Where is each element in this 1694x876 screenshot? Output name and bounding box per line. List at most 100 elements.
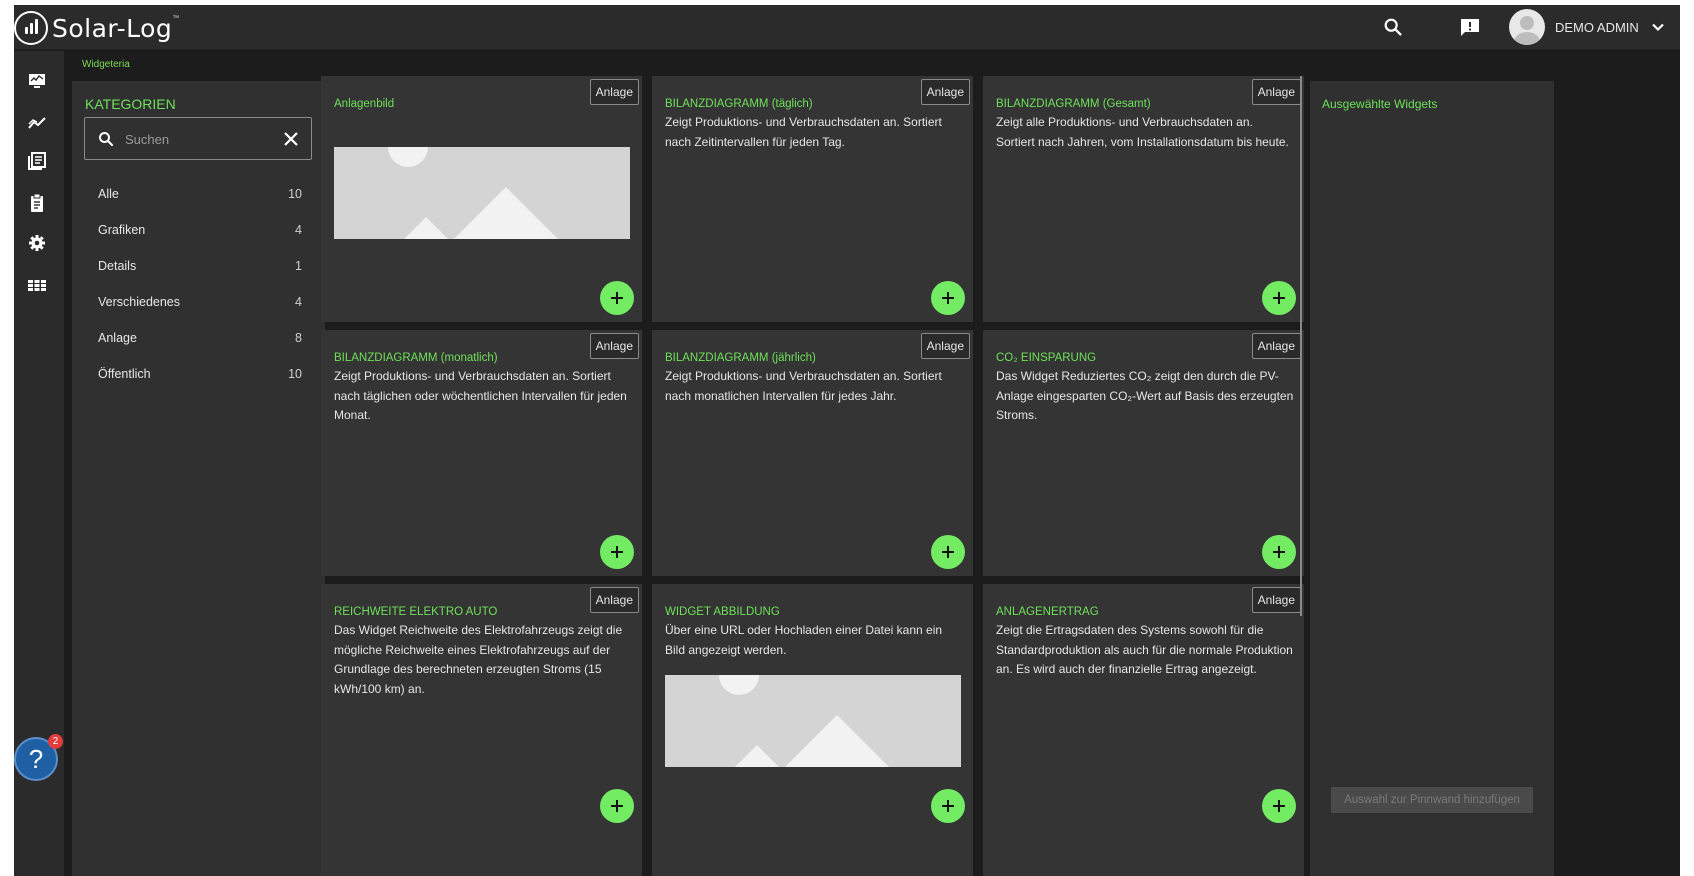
selected-widgets-panel: Ausgewählte Widgets Auswahl zur Pinnwand… [1310,81,1554,876]
widget-description: Zeigt alle Produktions- und Verbrauchsda… [996,115,1289,149]
selected-widgets-title: Ausgewählte Widgets [1322,97,1438,111]
category-count: 4 [295,295,302,309]
image-placeholder-icon [665,675,961,767]
category-badge: Anlage [1251,587,1301,613]
plus-icon [611,546,623,558]
category-label: Anlage [98,331,137,345]
widget-title: BILANZDIAGRAMM (monatlich) [334,352,498,364]
widget-card-bilanz-monatlich[interactable]: BILANZDIAGRAMM (monatlich) Anlage Zeigt … [321,330,642,576]
clipboard-icon[interactable] [27,193,47,213]
widget-title: BILANZDIAGRAMM (Gesamt) [996,98,1151,110]
widget-card-anlagenertrag[interactable]: ANLAGENERTRAG Anlage Zeigt die Ertragsda… [983,584,1304,876]
logo-trademark: ™ [172,14,180,22]
category-badge: Anlage [920,79,970,105]
plus-icon [1273,800,1285,812]
category-badge: Anlage [589,333,639,359]
plus-icon [611,800,623,812]
logo-text: Solar-Log [52,13,173,43]
add-widget-button[interactable] [600,535,634,569]
category-badge: Anlage [589,79,639,105]
category-label: Verschiedenes [98,295,181,309]
user-menu[interactable]: DEMO ADMIN [1509,7,1665,47]
widget-description: Über eine URL oder Hochladen einer Datei… [665,623,943,657]
categories-title: KATEGORIEN [85,96,176,112]
widget-title: CO₂ EINSPARUNG [996,352,1097,364]
add-widget-button[interactable] [600,789,634,823]
widget-card-bilanz-jaehrlich[interactable]: BILANZDIAGRAMM (jährlich) Anlage Zeigt P… [652,330,973,576]
widget-title: BILANZDIAGRAMM (jährlich) [665,352,816,364]
solar-log-logo[interactable]: Solar-Log ™ [14,9,179,47]
category-list: Alle 10 Grafiken 4 Details 1 Verschiedenes 4… [85,176,302,392]
add-widget-button[interactable] [1262,281,1296,315]
widget-title: WIDGET ABBILDUNG [665,606,780,618]
category-count: 1 [295,259,302,273]
breadcrumb[interactable]: Widgeteria [82,59,130,70]
plus-icon [611,292,623,304]
chevron-down-icon [1652,23,1664,32]
plus-icon [942,800,954,812]
add-widget-button[interactable] [931,535,965,569]
widget-card-co2-einsparung[interactable]: CO₂ EINSPARUNG Anlage Das Widget Reduzie… [983,330,1304,576]
category-badge: Anlage [589,587,639,613]
widget-description: Zeigt Produktions- und Verbrauchsdaten a… [665,115,942,149]
add-widget-button[interactable] [600,281,634,315]
category-item-alle[interactable]: Alle 10 [85,176,302,212]
close-icon[interactable] [283,131,299,147]
widget-card-reichweite-elektro-auto[interactable]: REICHWEITE ELEKTRO AUTO Anlage Das Widge… [321,584,642,876]
app-window: Solar-Log ™ DEMO ADMIN Widgeteria KATEGO… [14,5,1680,876]
widget-title: REICHWEITE ELEKTRO AUTO [334,606,498,618]
logo-icon [14,11,48,45]
widget-title: BILANZDIAGRAMM (täglich) [665,98,813,110]
category-search [84,117,312,160]
widget-description: Das Widget Reduziertes CO₂ zeigt den dur… [996,369,1294,422]
category-item-oeffentlich[interactable]: Öffentlich 10 [85,356,302,392]
apps-grid-icon[interactable] [27,275,47,295]
plus-icon [1273,292,1285,304]
add-widget-button[interactable] [931,281,965,315]
category-label: Details [98,259,137,273]
category-item-anlage[interactable]: Anlage 8 [85,320,302,356]
category-item-details[interactable]: Details 1 [85,248,302,284]
category-badge: Anlage [1251,333,1301,359]
category-item-verschiedenes[interactable]: Verschiedenes 4 [85,284,302,320]
search-input[interactable] [125,126,265,152]
reports-icon[interactable] [27,151,47,171]
widget-title: ANLAGENERTRAG [996,606,1099,618]
category-item-grafiken[interactable]: Grafiken 4 [85,212,302,248]
add-to-pinboard-button[interactable]: Auswahl zur Pinnwand hinzufügen [1331,787,1533,813]
image-placeholder-icon [334,147,630,239]
category-badge: Anlage [920,333,970,359]
widget-title: Anlagenbild [334,98,395,110]
category-badge: Anlage [1251,79,1301,105]
category-count: 8 [295,331,302,345]
category-count: 10 [288,367,302,381]
category-label: Alle [98,187,119,201]
add-widget-button[interactable] [931,789,965,823]
analytics-icon[interactable] [27,113,47,133]
widget-description: Das Widget Reichweite des Elektrofahrzeu… [334,623,623,696]
feedback-icon[interactable] [1460,18,1480,36]
add-widget-button[interactable] [1262,535,1296,569]
category-label: Öffentlich [98,367,151,381]
avatar [1509,9,1545,45]
plus-icon [942,292,954,304]
categories-panel: KATEGORIEN Alle 10 Grafiken 4 Details 1 Ver… [72,81,325,876]
plus-icon [942,546,954,558]
widget-grid-scrollbar[interactable] [1300,76,1302,616]
widget-description: Zeigt Produktions- und Verbrauchsdaten a… [665,369,942,403]
widget-description: Zeigt Produktions- und Verbrauchsdaten a… [334,369,627,422]
help-glyph: ? [28,743,44,774]
top-bar: Solar-Log ™ DEMO ADMIN [14,5,1680,50]
search-icon[interactable] [1382,16,1404,38]
category-label: Grafiken [98,223,146,237]
widget-card-bilanz-taeglich[interactable]: BILANZDIAGRAMM (täglich) Anlage Zeigt Pr… [652,76,973,322]
widget-card-widget-abbildung[interactable]: WIDGET ABBILDUNG Über eine URL oder Hoch… [652,584,973,876]
widget-card-anlagenbild[interactable]: Anlagenbild Anlage [321,76,642,322]
category-count: 4 [295,223,302,237]
notification-badge: 2 [48,734,63,749]
monitor-icon[interactable] [27,71,47,91]
plus-icon [1273,546,1285,558]
settings-icon[interactable] [27,233,47,253]
add-widget-button[interactable] [1262,789,1296,823]
widget-card-bilanz-gesamt[interactable]: BILANZDIAGRAMM (Gesamt) Anlage Zeigt all… [983,76,1304,322]
